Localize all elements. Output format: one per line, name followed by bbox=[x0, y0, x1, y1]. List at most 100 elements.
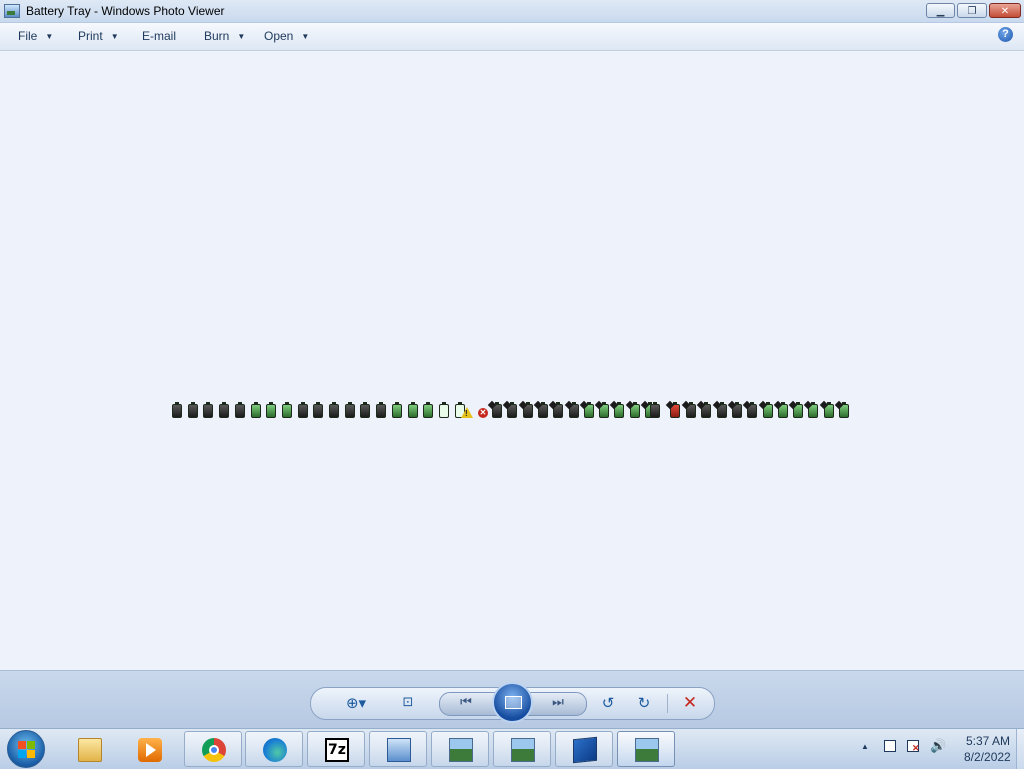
clock-date[interactable]: 8/2/2022 bbox=[964, 750, 1011, 764]
control-pill: ⊕▾ ⊡ ⏮ ⏭ ↺ ↻ ✕ bbox=[310, 682, 715, 723]
battery-plug-icon bbox=[583, 402, 594, 418]
battery-icon bbox=[391, 402, 402, 418]
battery-plug-icon bbox=[716, 402, 727, 418]
warning-mark: ! bbox=[465, 409, 468, 418]
action-center-flag-icon[interactable] bbox=[907, 740, 920, 754]
battery-icon bbox=[313, 402, 324, 418]
taskbar-edge[interactable] bbox=[245, 731, 303, 767]
actual-size-icon[interactable]: ⊡ bbox=[397, 693, 419, 713]
title-bar: Battery Tray - Windows Photo Viewer ▁ ❐ … bbox=[0, 0, 1024, 23]
battery-plug-icon bbox=[686, 402, 696, 418]
battery-plug-icon bbox=[839, 402, 849, 418]
battery-plug-icon bbox=[599, 402, 610, 418]
taskbar-photo-viewer-1[interactable] bbox=[431, 731, 489, 767]
windows-logo-green bbox=[27, 741, 35, 749]
battery-icon bbox=[407, 402, 418, 418]
taskbar-explorer[interactable] bbox=[60, 731, 118, 767]
folder-icon bbox=[78, 738, 102, 762]
menu-open[interactable]: Open ▼ bbox=[264, 29, 309, 43]
chrome-icon bbox=[202, 738, 226, 762]
menu-bar: File ▼ Print ▼ E-mail Burn ▼ Open ▼ bbox=[0, 23, 1024, 51]
battery-plug-icon bbox=[492, 402, 502, 418]
photo-icon bbox=[511, 738, 535, 762]
battery-icon bbox=[172, 402, 182, 418]
next-icon[interactable]: ⏭ bbox=[543, 693, 573, 713]
error-icon: ✕ bbox=[478, 408, 488, 418]
slideshow-button[interactable] bbox=[492, 682, 533, 723]
menu-file-label: File bbox=[18, 29, 38, 43]
battery-plug-icon bbox=[629, 402, 640, 418]
menu-email[interactable]: E-mail bbox=[142, 29, 176, 43]
menu-print[interactable]: Print ▼ bbox=[78, 29, 119, 43]
menu-print-label: Print bbox=[78, 29, 103, 43]
battery-plug-icon bbox=[808, 402, 819, 418]
show-desktop-button[interactable] bbox=[1016, 729, 1024, 769]
windows-logo-red bbox=[18, 741, 26, 749]
system-tray: ▲ 🔊 5:37 AM 8/2/2022 bbox=[856, 729, 1024, 769]
battery-plug-icon bbox=[762, 402, 773, 418]
taskbar-display[interactable] bbox=[555, 731, 613, 767]
photo-icon bbox=[449, 738, 473, 762]
image-viewport[interactable]: ! ✕ bbox=[0, 51, 1024, 670]
show-hidden-icons-icon[interactable]: ▲ bbox=[861, 742, 869, 751]
chevron-down-icon: ▼ bbox=[237, 32, 246, 41]
menu-open-label: Open bbox=[264, 29, 294, 43]
taskbar: 7z ▲ 🔊 5:37 AM 8/2/2022 bbox=[0, 728, 1024, 769]
control-panel-icon bbox=[387, 738, 411, 762]
battery-red-icon bbox=[670, 402, 680, 418]
taskbar-chrome[interactable] bbox=[184, 731, 242, 767]
photo-icon bbox=[635, 738, 659, 762]
battery-plug-icon bbox=[614, 402, 625, 418]
close-button[interactable]: ✕ bbox=[989, 3, 1021, 18]
battery-plug-icon bbox=[747, 402, 758, 418]
windows-logo-blue bbox=[18, 750, 26, 758]
clock-time[interactable]: 5:37 AM bbox=[966, 734, 1010, 748]
start-button[interactable] bbox=[7, 730, 45, 768]
seven-zip-icon: 7z bbox=[325, 738, 349, 762]
battery-plug-icon bbox=[793, 402, 804, 418]
edge-icon bbox=[263, 738, 287, 762]
battery-icon bbox=[250, 402, 261, 418]
rotate-clockwise-icon[interactable]: ↻ bbox=[631, 693, 657, 713]
restore-button[interactable]: ❐ bbox=[957, 3, 987, 18]
zoom-icon[interactable]: ⊕▾ bbox=[339, 693, 373, 713]
media-player-icon bbox=[138, 738, 162, 762]
help-icon[interactable]: ? bbox=[998, 27, 1013, 42]
battery-plug-icon bbox=[553, 402, 564, 418]
volume-icon[interactable]: 🔊 bbox=[930, 739, 946, 754]
battery-icon bbox=[438, 402, 449, 418]
previous-icon[interactable]: ⏮ bbox=[451, 693, 481, 713]
windows-logo-yellow bbox=[27, 750, 35, 758]
network-icon[interactable] bbox=[884, 740, 896, 752]
battery-icon bbox=[376, 402, 387, 418]
battery-icon bbox=[344, 402, 355, 418]
delete-icon[interactable]: ✕ bbox=[677, 693, 703, 713]
menu-burn[interactable]: Burn ▼ bbox=[204, 29, 245, 43]
taskbar-7zip[interactable]: 7z bbox=[307, 731, 365, 767]
chevron-down-icon: ▼ bbox=[301, 32, 310, 41]
minimize-button[interactable]: ▁ bbox=[926, 3, 955, 18]
battery-plug-icon bbox=[731, 402, 742, 418]
battery-plug-icon bbox=[701, 402, 712, 418]
battery-icon bbox=[297, 402, 308, 418]
battery-tray-image: ! ✕ bbox=[170, 402, 860, 421]
battery-plug-icon bbox=[568, 402, 579, 418]
taskbar-photo-viewer-2[interactable] bbox=[493, 731, 551, 767]
taskbar-photo-viewer-active[interactable] bbox=[617, 731, 675, 767]
battery-plug-icon bbox=[777, 402, 788, 418]
rotate-counterclockwise-icon[interactable]: ↺ bbox=[595, 693, 621, 713]
taskbar-media-player[interactable] bbox=[120, 731, 178, 767]
chevron-down-icon: ▼ bbox=[110, 32, 119, 41]
taskbar-control-panel[interactable] bbox=[369, 731, 427, 767]
menu-file[interactable]: File ▼ bbox=[18, 29, 53, 43]
battery-icon bbox=[266, 402, 277, 418]
battery-icon bbox=[234, 402, 245, 418]
divider bbox=[667, 694, 668, 713]
battery-icon bbox=[650, 402, 660, 418]
battery-icon bbox=[423, 402, 434, 418]
battery-plug-icon bbox=[537, 402, 548, 418]
photo-viewer-app-icon[interactable] bbox=[4, 4, 20, 18]
battery-icon bbox=[219, 402, 230, 418]
menu-burn-label: Burn bbox=[204, 29, 230, 43]
battery-plug-icon bbox=[507, 402, 518, 418]
